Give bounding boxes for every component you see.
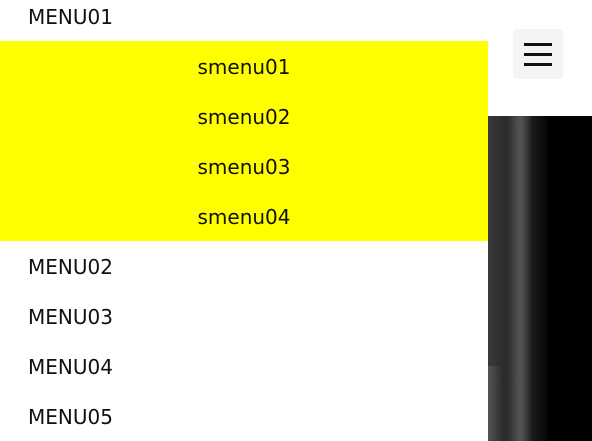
- submenu-item-smenu02[interactable]: smenu02: [0, 92, 488, 142]
- hamburger-icon-bar: [524, 43, 552, 46]
- menu-item-menu05[interactable]: MENU05: [0, 392, 488, 441]
- hamburger-icon-bar: [524, 63, 552, 66]
- submenu: smenu01 smenu02 smenu03 smenu04: [0, 41, 488, 241]
- hero-image-highlight: [510, 116, 530, 441]
- menu-item-menu01[interactable]: MENU01: [0, 0, 488, 42]
- menu-toggle-button[interactable]: [513, 29, 563, 79]
- nav-menu: MENU01 smenu01 smenu02 smenu03 smenu04 M…: [0, 0, 488, 441]
- hamburger-icon-bar: [524, 53, 552, 56]
- page: MENU01 smenu01 smenu02 smenu03 smenu04 M…: [0, 0, 592, 441]
- submenu-item-smenu03[interactable]: smenu03: [0, 142, 488, 192]
- menu-item-menu04[interactable]: MENU04: [0, 342, 488, 392]
- menu-item-menu03[interactable]: MENU03: [0, 292, 488, 342]
- hero-image-shade-lower: [488, 366, 504, 441]
- submenu-item-smenu04[interactable]: smenu04: [0, 192, 488, 242]
- menu-item-menu02[interactable]: MENU02: [0, 242, 488, 292]
- submenu-item-smenu01[interactable]: smenu01: [0, 42, 488, 92]
- hero-image: [488, 116, 592, 441]
